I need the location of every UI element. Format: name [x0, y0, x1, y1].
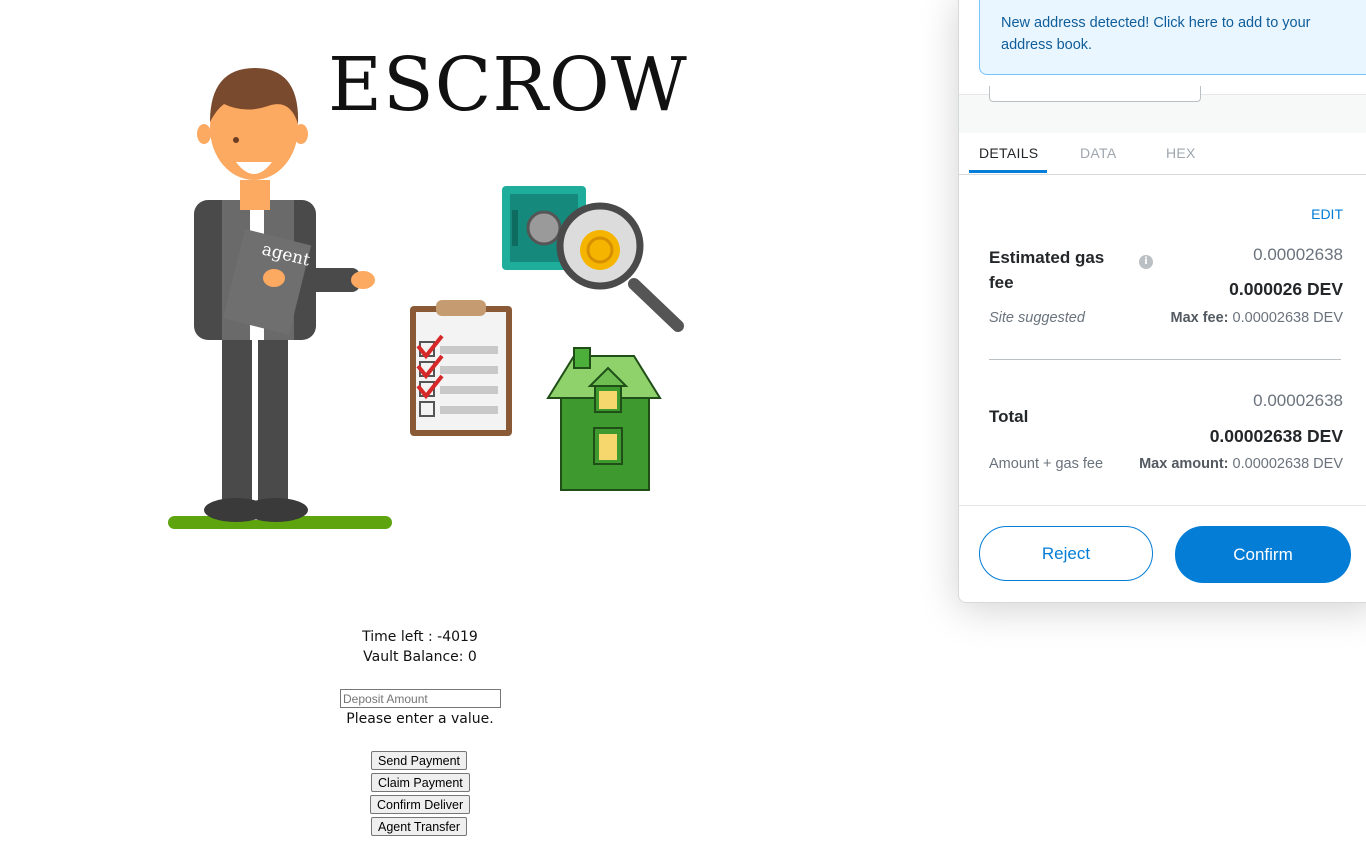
max-fee-label: Max fee:: [1170, 310, 1229, 326]
footer-divider: [959, 505, 1366, 506]
page-title: ESCROW: [328, 42, 688, 128]
gas-fee-label: Estimated gas fee: [989, 248, 1105, 292]
total-value-muted: 0.00002638: [1253, 391, 1343, 410]
tab-data[interactable]: DATA: [1080, 145, 1116, 161]
confirm-deliver-button[interactable]: Confirm Deliver: [370, 795, 471, 814]
tab-details[interactable]: DETAILS: [979, 145, 1038, 161]
claim-payment-button[interactable]: Claim Payment: [371, 773, 470, 792]
active-tab-indicator: [969, 170, 1047, 173]
send-payment-button[interactable]: Send Payment: [371, 751, 467, 770]
edit-gas-link[interactable]: EDIT: [1311, 206, 1343, 222]
tab-bar: DETAILS DATA HEX: [959, 132, 1366, 175]
agent-transfer-button[interactable]: Agent Transfer: [371, 817, 467, 836]
address-box: [989, 86, 1201, 102]
max-amount-line: Max amount: 0.00002638 DEV: [1139, 456, 1343, 472]
tab-hex[interactable]: HEX: [1166, 145, 1196, 161]
banner-text[interactable]: New address detected! Click here to add …: [1001, 12, 1351, 56]
site-suggested-text: Site suggested: [989, 310, 1085, 326]
max-fee-value: 0.00002638 DEV: [1232, 310, 1343, 326]
max-amount-value: 0.00002638 DEV: [1232, 456, 1343, 472]
info-icon[interactable]: i: [1139, 255, 1153, 269]
total-label: Total: [989, 407, 1029, 426]
gas-fee-value: 0.000026 DEV: [1229, 279, 1343, 299]
amount-plus-gas-text: Amount + gas fee: [989, 456, 1104, 472]
max-fee-line: Max fee: 0.00002638 DEV: [1170, 310, 1343, 326]
section-divider: [989, 359, 1341, 360]
deposit-amount-input[interactable]: [340, 689, 501, 708]
validation-message: Please enter a value.: [346, 711, 494, 727]
gas-fee-value-muted: 0.00002638: [1253, 245, 1343, 264]
vault-balance-text: Vault Balance: 0: [363, 649, 477, 665]
new-address-banner[interactable]: New address detected! Click here to add …: [979, 0, 1366, 75]
total-value: 0.00002638 DEV: [1209, 426, 1343, 446]
metamask-confirm-popup: New address detected! Click here to add …: [958, 0, 1366, 603]
reject-button[interactable]: Reject: [979, 526, 1153, 581]
max-amount-label: Max amount:: [1139, 456, 1229, 472]
time-left-text: Time left : -4019: [362, 629, 478, 645]
confirm-button[interactable]: Confirm: [1175, 526, 1351, 583]
